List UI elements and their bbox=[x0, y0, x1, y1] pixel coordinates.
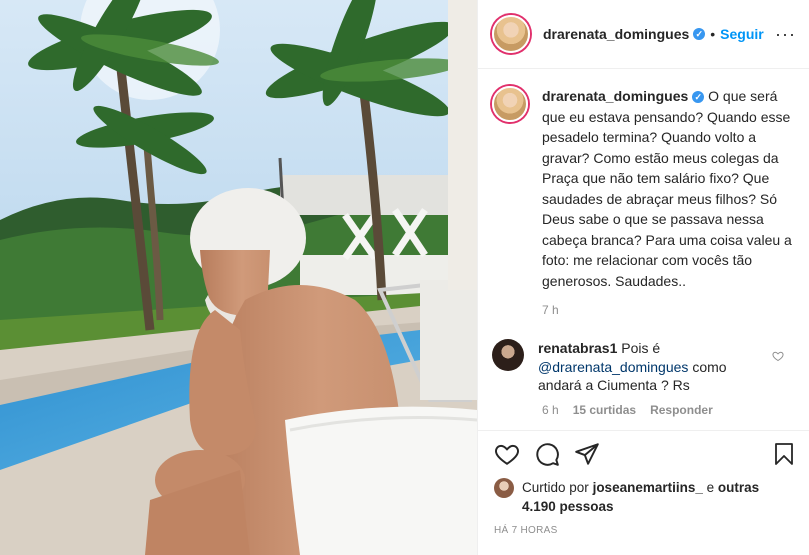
caption-avatar[interactable] bbox=[492, 86, 528, 122]
comment-meta: 6 h 15 curtidas Responder bbox=[542, 403, 796, 417]
liker-username[interactable]: joseanemartiins_ bbox=[593, 480, 703, 495]
author-avatar[interactable] bbox=[492, 15, 530, 53]
comment-like-heart-icon[interactable] bbox=[772, 349, 784, 365]
action-row bbox=[494, 441, 794, 471]
post-timestamp[interactable]: HÁ 7 HORAS bbox=[494, 525, 558, 536]
header-separator: • bbox=[710, 26, 716, 42]
post-side-panel: drarenata_domingues ✓ • Seguir ··· drare… bbox=[477, 0, 809, 555]
post-photo bbox=[0, 0, 477, 555]
comments-area: drarenata_domingues ✓ O que será que eu e… bbox=[478, 70, 809, 430]
liked-by: Curtido por joseanemartiins_ e outras 4.… bbox=[494, 478, 762, 516]
caption-username[interactable]: drarenata_domingues bbox=[542, 88, 688, 104]
comment-time[interactable]: 6 h bbox=[542, 403, 559, 417]
reply-button[interactable]: Responder bbox=[650, 403, 713, 417]
comment-mention[interactable]: @drarenata_domingues bbox=[538, 359, 688, 375]
commenter-username[interactable]: renatabras1 bbox=[538, 340, 617, 356]
post-header: drarenata_domingues ✓ • Seguir ··· bbox=[478, 0, 809, 69]
liker-avatar[interactable] bbox=[494, 478, 514, 498]
caption: drarenata_domingues ✓ O que será que eu e… bbox=[492, 86, 796, 291]
liked-connector: e bbox=[706, 480, 715, 495]
caption-time[interactable]: 7 h bbox=[542, 303, 796, 317]
comment-text: Pois é bbox=[621, 340, 661, 356]
post-image bbox=[0, 0, 477, 555]
more-icon[interactable]: ··· bbox=[775, 24, 796, 45]
verified-icon: ✓ bbox=[692, 91, 705, 103]
heart-icon[interactable] bbox=[494, 441, 520, 470]
liked-by-text: Curtido por joseanemartiins_ e outras 4.… bbox=[522, 478, 762, 516]
comment-icon[interactable] bbox=[534, 441, 560, 470]
caption-text: O que será que eu estava pensando? Quand… bbox=[542, 88, 792, 289]
comment-likes[interactable]: 15 curtidas bbox=[573, 403, 636, 417]
follow-button[interactable]: Seguir bbox=[720, 26, 764, 42]
commenter-avatar[interactable] bbox=[492, 339, 524, 371]
bookmark-icon[interactable] bbox=[772, 441, 796, 470]
liked-prefix: Curtido por bbox=[522, 480, 589, 495]
verified-icon: ✓ bbox=[693, 28, 706, 40]
comment-body: renatabras1 Pois é @drarenata_domingues … bbox=[538, 339, 770, 395]
share-icon[interactable] bbox=[574, 441, 600, 470]
post-actions: Curtido por joseanemartiins_ e outras 4.… bbox=[478, 430, 809, 555]
author-username[interactable]: drarenata_domingues bbox=[543, 26, 689, 42]
caption-text-block: drarenata_domingues ✓ O que será que eu e… bbox=[542, 86, 792, 291]
comment-item: renatabras1 Pois é @drarenata_domingues … bbox=[492, 339, 796, 395]
